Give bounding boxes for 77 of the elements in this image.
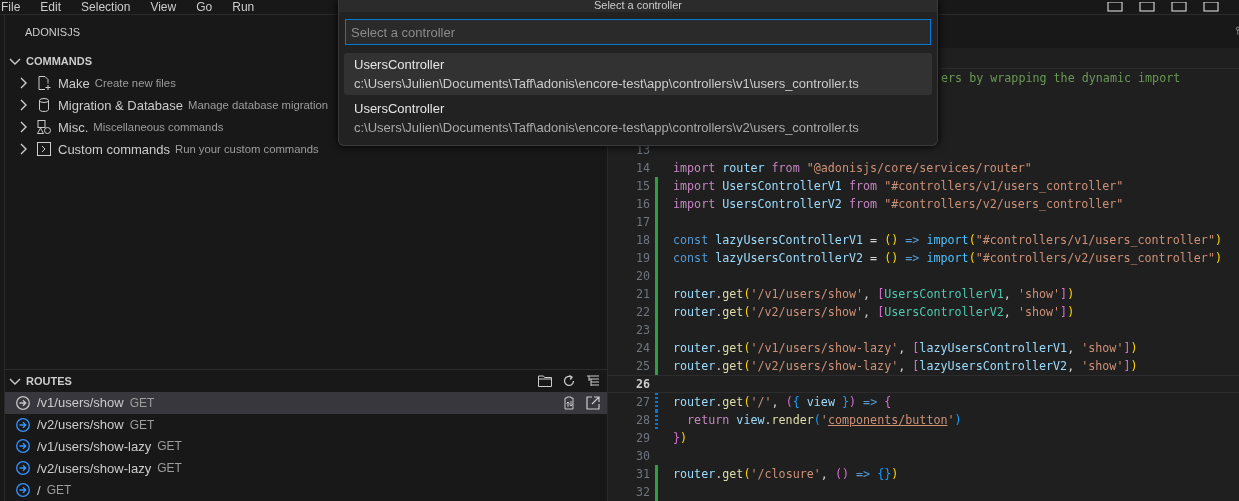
route-item[interactable]: /v1/users/show GET — [5, 391, 607, 414]
arrow-circle-icon — [15, 438, 31, 455]
list-item[interactable]: UsersController c:\Users\Julien\Documents\Taff\adonis\encore-test\app\controllers\v2\users_controller.ts — [344, 97, 932, 139]
line-number: 27 — [635, 395, 650, 409]
code-line: const lazyUsersControllerV2 = () => import("#controllers/v2/users_controller") — [673, 251, 1222, 265]
refresh-icon[interactable] — [561, 372, 577, 389]
code-line: import router from "@adonisjs/core/services/router" — [673, 161, 1032, 175]
code-line: router.get('/v1/users/show-lazy', [lazyUsersControllerV1, 'show']) — [673, 341, 1138, 355]
terminal-icon — [36, 141, 52, 157]
tree-item[interactable]: Misc. — [58, 119, 89, 135]
folder-icon[interactable] — [537, 372, 553, 389]
line-number: 24 — [635, 341, 650, 355]
search-field[interactable]: Select a controller — [345, 19, 931, 45]
menu-item[interactable]: Go — [196, 0, 213, 14]
section-header[interactable]: ROUTES — [26, 374, 72, 387]
sidebar-title: ADONISJS — [25, 26, 80, 38]
item-description: Run your custom commands — [175, 143, 319, 155]
line-number: 18 — [635, 233, 650, 247]
line-number: 19 — [635, 251, 650, 265]
menu-item[interactable]: Run — [232, 0, 255, 14]
line-number: 29 — [635, 431, 650, 445]
code-line: router.get('/v2/users/show', [UsersControllerV2, 'show']) — [673, 305, 1075, 319]
code-line: router.get('/', ({ view }) => { — [673, 395, 892, 409]
line-number: 17 — [635, 215, 650, 229]
route-item[interactable]: /v2/users/show GET — [5, 413, 607, 436]
menu-item[interactable]: Edit — [40, 0, 62, 14]
tree-item[interactable]: Make — [58, 75, 90, 91]
open-external-icon[interactable] — [585, 394, 601, 411]
line-number: 30 — [635, 449, 650, 463]
layout-icon[interactable] — [1171, 2, 1187, 12]
line-number: 28 — [635, 413, 650, 427]
line-number: 31 — [635, 467, 650, 481]
line-number: 25 — [635, 359, 650, 373]
menu-item[interactable]: File — [1, 0, 21, 14]
line-number: 23 — [635, 323, 650, 337]
menu-item[interactable]: Selection — [81, 0, 131, 14]
tree-item[interactable]: Custom commands — [58, 141, 170, 157]
code-line: import UsersControllerV1 from "#controllers/v1/users_controller" — [673, 179, 1124, 193]
line-number: 14 — [635, 161, 650, 175]
route-item[interactable]: /v2/users/show-lazy GET — [5, 457, 607, 480]
code-line: }) — [673, 431, 688, 445]
code-line: const lazyUsersControllerV1 = () => import("#controllers/v1/users_controller") — [673, 233, 1222, 247]
line-number: 32 — [635, 485, 650, 499]
item-description: Miscellaneous commands — [93, 121, 224, 133]
clipboard-icon[interactable] — [561, 394, 577, 411]
arrow-circle-icon — [15, 460, 31, 477]
code-line: router.get('/v2/users/show-lazy', [lazyUsersControllerV2, 'show']) — [673, 359, 1138, 373]
line-number: 15 — [635, 179, 650, 193]
item-description: Manage database migration — [188, 99, 329, 111]
layout-icon[interactable] — [1203, 2, 1219, 12]
arrow-circle-icon — [15, 416, 31, 433]
line-number: 16 — [635, 197, 650, 211]
shapes-icon — [36, 119, 52, 135]
tree-item[interactable]: Migration & Database — [58, 97, 183, 113]
code-line: router.get('/v1/users/show', [UsersControllerV1, 'show']) — [673, 287, 1075, 301]
database-icon — [36, 97, 52, 113]
section-header[interactable]: COMMANDS — [26, 55, 92, 67]
line-number: 26 — [635, 377, 650, 391]
route-item[interactable]: /v1/users/show-lazy GET — [5, 435, 607, 458]
code-line: import UsersControllerV2 from "#controllers/v2/users_controller" — [673, 197, 1124, 211]
file-plus-icon — [36, 75, 52, 91]
code-line: router.get('/closure', () => {}) — [673, 467, 899, 481]
arrow-circle-icon — [15, 482, 31, 499]
collapse-all-icon[interactable] — [585, 372, 601, 389]
layout-icon[interactable] — [1107, 2, 1123, 12]
code-line: ers by wrapping the dynamic import — [941, 71, 1181, 85]
dialog-title: Select a controller — [339, 0, 937, 12]
code-line: return view.render('components/button') — [686, 413, 962, 427]
line-number: 22 — [635, 305, 650, 319]
list-item[interactable]: UsersController c:\Users\Julien\Documents\Taff\adonis\encore-test\app\controllers\v1\users_controller.ts — [344, 53, 932, 95]
arrow-circle-icon — [15, 394, 31, 411]
item-description: Create new files — [94, 77, 176, 89]
menu-item[interactable]: View — [150, 0, 177, 14]
layout-icon[interactable] — [1139, 2, 1155, 12]
route-item[interactable]: / GET — [5, 479, 607, 501]
line-number: 20 — [635, 269, 650, 283]
line-number: 21 — [635, 287, 650, 301]
